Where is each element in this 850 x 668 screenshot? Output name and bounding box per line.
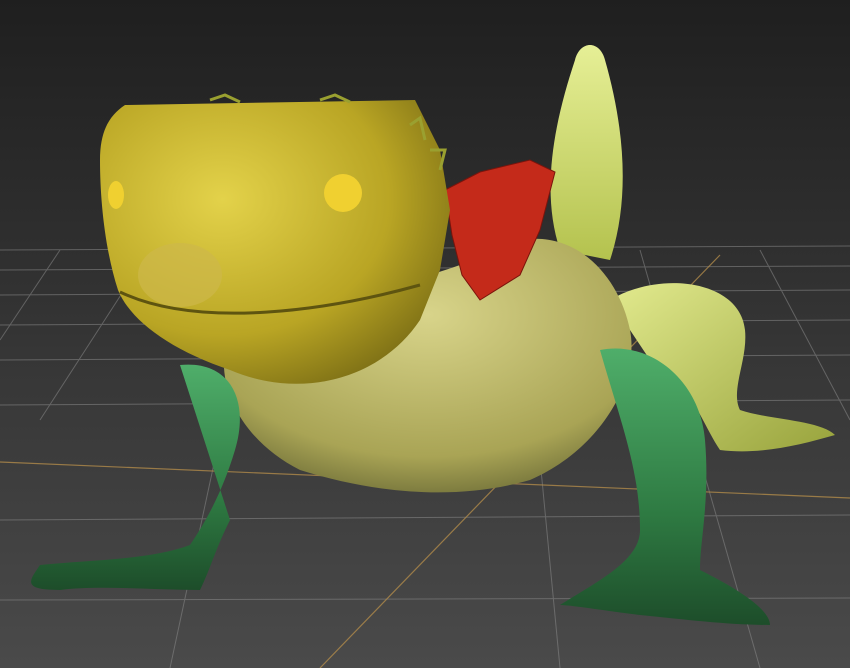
lizard-tail[interactable]	[550, 45, 623, 260]
lizard-eye-left	[108, 181, 124, 209]
lizard-eye-right	[324, 174, 362, 212]
lizard-head[interactable]	[100, 100, 450, 384]
lizard-snout	[138, 243, 222, 307]
lizard-front-left-leg[interactable]	[31, 364, 240, 590]
3d-viewport[interactable]	[0, 0, 850, 668]
